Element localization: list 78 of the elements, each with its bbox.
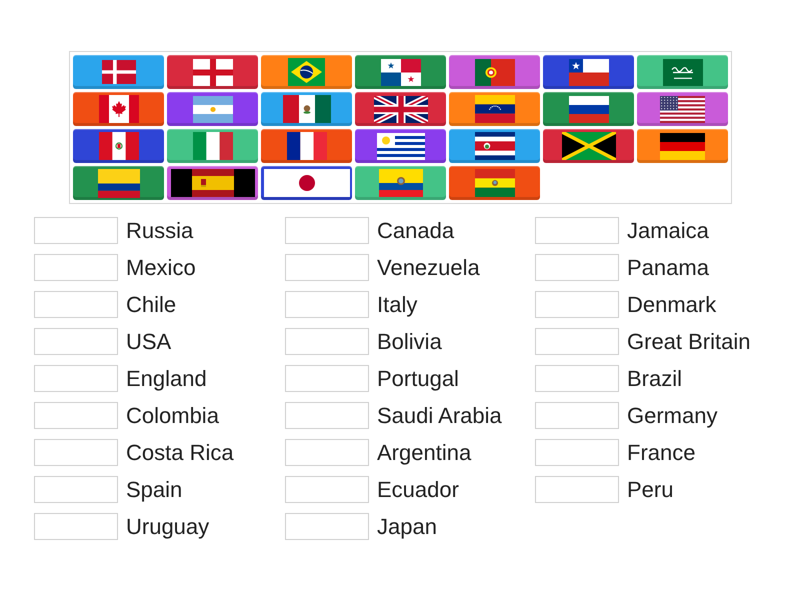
country-label: Colombia [126, 402, 219, 429]
uruguay-flag-icon [376, 132, 424, 160]
chile-flag-icon [568, 58, 608, 86]
flag-tile[interactable] [543, 129, 634, 163]
flag-tile[interactable] [73, 166, 164, 200]
country-label: Mexico [126, 254, 196, 281]
flag-tile[interactable] [355, 92, 446, 126]
country-label: Japan [377, 513, 437, 540]
country-label: Spain [126, 476, 182, 503]
flag-tile[interactable] [449, 166, 540, 200]
flag-tile[interactable] [543, 55, 634, 89]
argentina-flag-icon [192, 96, 232, 122]
country-label: Portugal [377, 365, 459, 392]
country-label: Great Britain [627, 328, 750, 355]
country-label: Argentina [377, 439, 472, 466]
flag-tile[interactable] [449, 55, 540, 89]
venezuela-flag-icon [474, 95, 514, 123]
bolivia-flag-icon [474, 169, 514, 197]
flag-tile[interactable] [637, 129, 728, 163]
ecuador-flag-icon [378, 169, 422, 197]
flag-tile[interactable] [637, 55, 728, 89]
flag-tile[interactable] [449, 92, 540, 126]
france-flag-icon [286, 132, 326, 160]
flag-tile[interactable] [355, 129, 446, 163]
flag-tile[interactable] [167, 129, 258, 163]
country-label: Canada [377, 217, 454, 244]
germany-flag-icon [660, 132, 705, 160]
flag-tile[interactable] [261, 129, 352, 163]
country-label: Peru [627, 476, 674, 503]
flag-tile[interactable] [73, 129, 164, 163]
denmark-flag-icon [102, 60, 136, 84]
country-label: Russia [126, 217, 194, 244]
mexico-flag-icon [282, 95, 330, 123]
country-label: France [627, 439, 696, 466]
usa-flag-icon [660, 96, 705, 122]
colombia-flag-icon [98, 168, 140, 198]
brazil-flag-icon [288, 58, 325, 86]
peru-flag-icon [98, 132, 138, 160]
country-label: Uruguay [126, 513, 210, 540]
spain-flag-icon [170, 169, 254, 197]
flag-tile[interactable] [261, 166, 352, 200]
flag-tile[interactable] [637, 92, 728, 126]
country-label: Saudi Arabia [377, 402, 502, 429]
flag-tile[interactable] [355, 55, 446, 89]
country-label: Bolivia [377, 328, 442, 355]
flag-tile[interactable] [449, 129, 540, 163]
country-label: USA [126, 328, 172, 355]
country-label: Denmark [627, 291, 716, 318]
flag-tile[interactable] [73, 55, 164, 89]
england-flag-icon [192, 58, 232, 86]
russia-flag-icon [568, 96, 608, 122]
flag-tile[interactable] [261, 92, 352, 126]
flag-tile[interactable] [167, 92, 258, 126]
country-label: Brazil [627, 365, 682, 392]
country-label: Germany [627, 402, 718, 429]
portugal-flag-icon [474, 58, 514, 86]
japan-flag-icon [264, 169, 350, 197]
country-label: Ecuador [377, 476, 459, 503]
costa-rica-flag-icon [474, 132, 514, 160]
flag-tile[interactable] [167, 166, 258, 200]
flag-tile[interactable] [73, 92, 164, 126]
union-jack-flag-icon [374, 96, 428, 122]
flag-tile[interactable] [261, 55, 352, 89]
country-label: Jamaica [627, 217, 709, 244]
country-label: Costa Rica [126, 439, 234, 466]
country-label: England [126, 365, 207, 392]
country-label: Italy [377, 291, 418, 318]
country-label: Venezuela [377, 254, 480, 281]
jamaica-flag-icon [562, 132, 616, 160]
flag-tile[interactable] [543, 92, 634, 126]
canada-flag-icon [98, 95, 138, 123]
country-label: Panama [627, 254, 709, 281]
saudi-flag-icon [662, 58, 702, 86]
flag-tile[interactable] [355, 166, 446, 200]
flag-tile[interactable] [167, 55, 258, 89]
country-label: Chile [126, 291, 176, 318]
italy-flag-icon [192, 132, 232, 160]
panama-flag-icon [380, 58, 420, 86]
